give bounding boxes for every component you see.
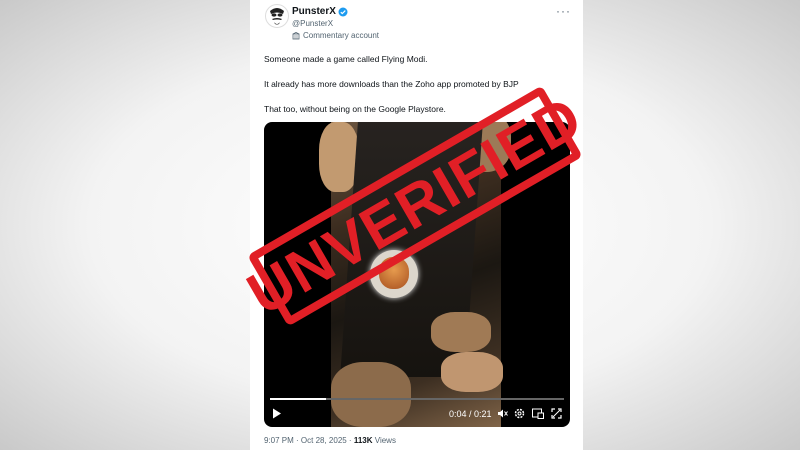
author-handle[interactable]: @PunsterX xyxy=(292,19,333,28)
verified-badge-icon xyxy=(338,7,348,16)
fullscreen-icon[interactable] xyxy=(551,408,562,421)
tweet-timestamp[interactable]: 9:07 PM · Oct 28, 2025 · xyxy=(264,436,352,445)
settings-icon[interactable] xyxy=(514,408,525,421)
commentary-text: Commentary account xyxy=(303,31,380,40)
volume-icon[interactable] xyxy=(497,408,508,421)
tweet-meta: 9:07 PM · Oct 28, 2025 · 113K Views xyxy=(264,436,396,445)
author-name-row[interactable]: PunsterX xyxy=(292,6,348,17)
avatar-face-icon xyxy=(270,8,284,25)
video-time: 0:04 / 0:21 xyxy=(449,409,492,419)
avatar[interactable] xyxy=(265,4,289,28)
tweet-text-line-2: It already has more downloads than the Z… xyxy=(264,79,519,89)
video-progress-bar[interactable] xyxy=(270,398,564,400)
tweet-text-line-1: Someone made a game called Flying Modi. xyxy=(264,54,428,64)
views-count: 113K xyxy=(353,436,373,445)
more-horizontal-icon[interactable]: ··· xyxy=(556,4,571,18)
tweet-text-line-3: That too, without being on the Google Pl… xyxy=(264,104,446,114)
author-name[interactable]: PunsterX xyxy=(292,6,336,17)
play-icon[interactable] xyxy=(272,408,282,421)
views-label: Views xyxy=(374,436,396,445)
commentary-label: Commentary account xyxy=(292,31,379,40)
building-icon xyxy=(292,31,300,39)
video-progress-fill xyxy=(270,398,326,400)
picture-in-picture-icon[interactable] xyxy=(532,408,544,421)
video-controls: 0:04 / 0:21 xyxy=(264,406,570,424)
